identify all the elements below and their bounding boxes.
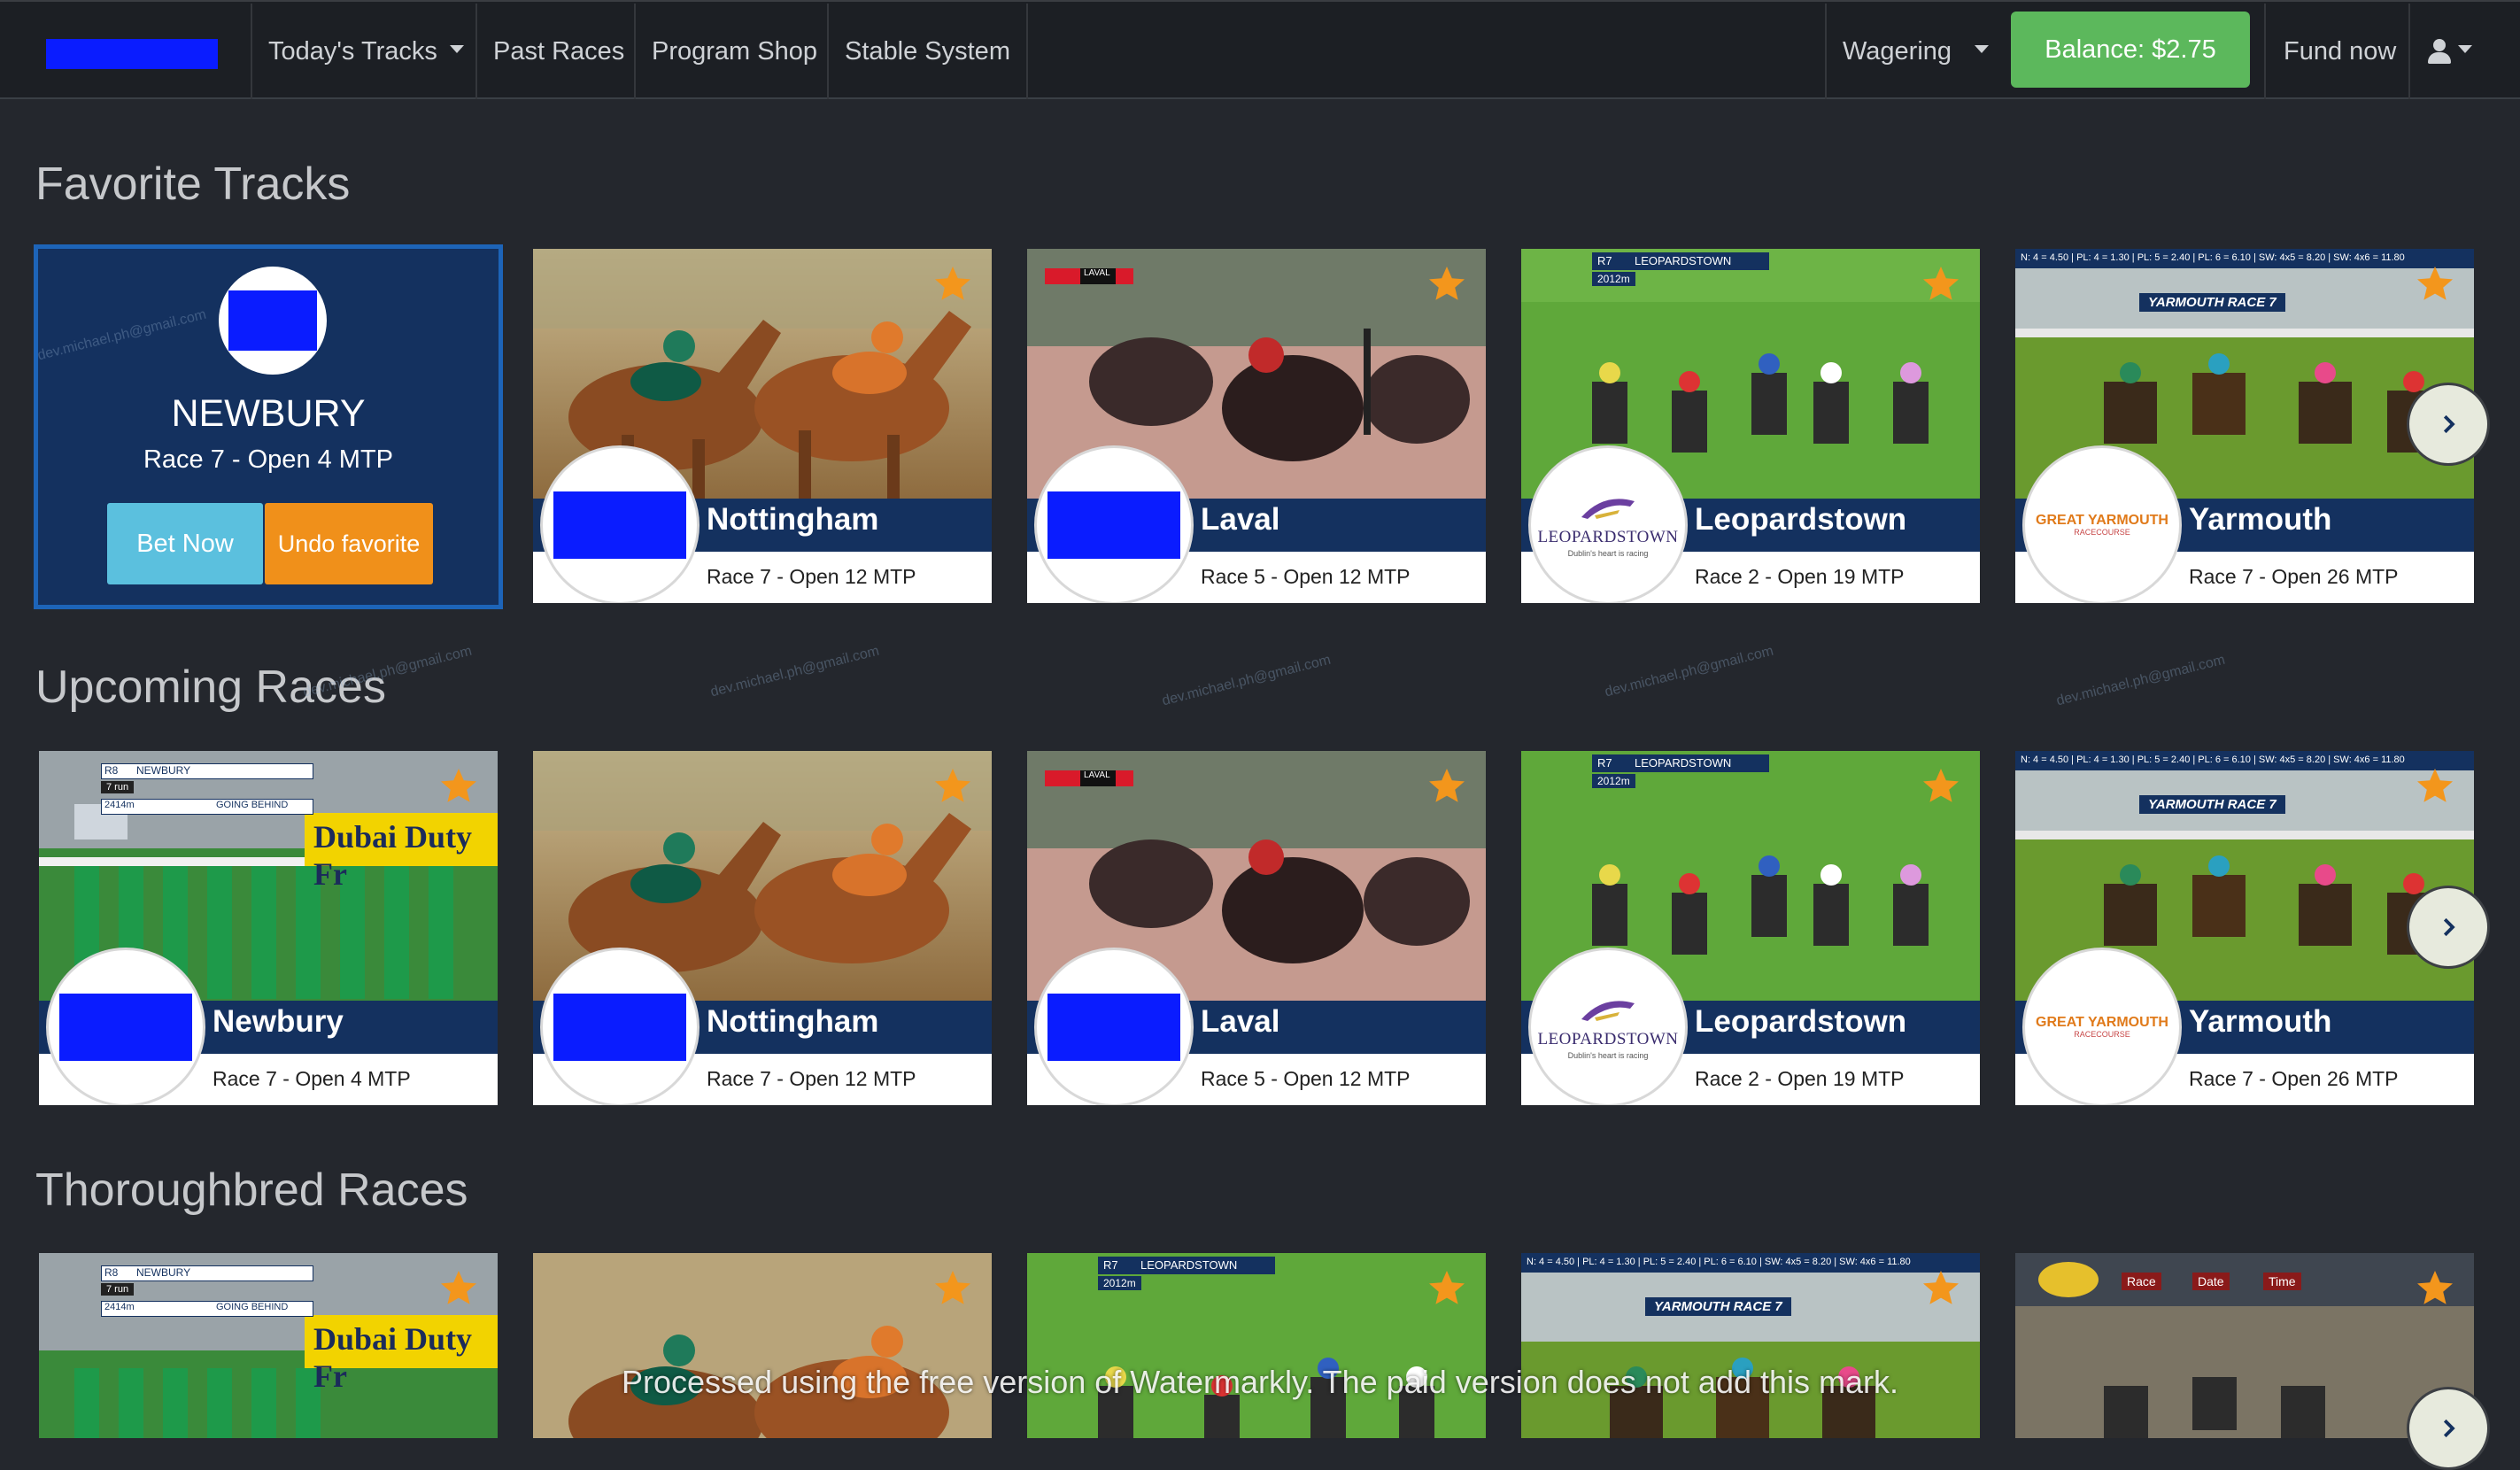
chevron-right-icon bbox=[2443, 917, 2455, 937]
race-card-newbury[interactable]: Dubai Duty Fr R8 NEWBURY 7 run 2414m GOI… bbox=[39, 751, 498, 1105]
watermark: dev.michael.ph@gmail.com bbox=[1160, 652, 1333, 709]
race-info: Race 7 - Open 26 MTP bbox=[2189, 565, 2399, 588]
nav-past-races[interactable]: Past Races bbox=[475, 4, 640, 99]
race-card[interactable]: N: 4 = 4.50 | PL: 4 = 1.30 | PL: 5 = 2.4… bbox=[1521, 1253, 1980, 1438]
leopardstown-logo: LEOPARDSTOWN Dublin's heart is racing bbox=[1528, 445, 1688, 603]
race-card-leopardstown[interactable]: R7 LEOPARDSTOWN 2012m LEOPARDSTOWN Dubli… bbox=[1521, 751, 1980, 1105]
track-logo bbox=[540, 948, 700, 1105]
track-logo bbox=[540, 445, 700, 603]
bet-now-button[interactable]: Bet Now bbox=[107, 503, 263, 584]
race-info: Race 5 - Open 12 MTP bbox=[1201, 1067, 1411, 1090]
race-video-thumbnail: Race Date Time bbox=[2015, 1253, 2474, 1438]
nav-program-shop-label: Program Shop bbox=[652, 36, 817, 66]
fund-now-label: Fund now bbox=[2284, 36, 2397, 66]
carousel-next-button[interactable] bbox=[2407, 383, 2490, 466]
user-menu[interactable] bbox=[2408, 4, 2497, 99]
race-info: Race 7 - Open 12 MTP bbox=[707, 1067, 916, 1090]
favorite-star-icon[interactable] bbox=[437, 765, 480, 808]
track-name: Nottingham bbox=[707, 502, 879, 537]
favorite-star-icon[interactable] bbox=[1426, 1267, 1468, 1310]
favorite-star-icon[interactable] bbox=[437, 1267, 480, 1310]
track-card-nottingham[interactable]: Nottingham Race 7 - Open 12 MTP bbox=[533, 249, 992, 603]
great-yarmouth-logo: GREAT YARMOUTH RACECOURSE bbox=[2022, 948, 2182, 1105]
user-icon bbox=[2428, 39, 2451, 64]
balance-button[interactable]: Balance: $2.75 bbox=[2011, 12, 2250, 88]
race-info: Race 2 - Open 19 MTP bbox=[1695, 1067, 1905, 1090]
race-info: Race 7 - Open 12 MTP bbox=[707, 565, 916, 588]
race-video-thumbnail: N: 4 = 4.50 | PL: 4 = 1.30 | PL: 5 = 2.4… bbox=[1521, 1253, 1980, 1438]
favorite-star-icon[interactable] bbox=[2414, 765, 2456, 808]
thoroughbred-races-title: Thoroughbred Races bbox=[35, 1164, 468, 1216]
track-name: Newbury bbox=[213, 1004, 344, 1039]
nav-todays-tracks-label: Today's Tracks bbox=[268, 36, 437, 66]
track-name: Laval bbox=[1201, 1004, 1280, 1039]
track-name: Leopardstown bbox=[1695, 502, 1907, 537]
favorite-star-icon[interactable] bbox=[931, 1267, 974, 1310]
favorite-star-icon[interactable] bbox=[2414, 263, 2456, 306]
favorite-star-icon[interactable] bbox=[1920, 765, 1962, 808]
favorite-star-icon[interactable] bbox=[1426, 263, 1468, 306]
race-info: Race 2 - Open 19 MTP bbox=[1695, 565, 1905, 588]
nav-stable-system[interactable]: Stable System bbox=[827, 4, 1028, 99]
nav-past-races-label: Past Races bbox=[493, 36, 625, 66]
race-card-laval[interactable]: LAVAL Laval Race 5 - Open 12 MTP bbox=[1027, 751, 1486, 1105]
track-name: Yarmouth bbox=[2189, 502, 2332, 537]
great-yarmouth-logo: GREAT YARMOUTH RACECOURSE bbox=[2022, 445, 2182, 603]
track-logo bbox=[1034, 948, 1194, 1105]
nav-wagering-label: Wagering bbox=[1843, 36, 1952, 66]
race-card[interactable]: Dubai Duty Fr R8 NEWBURY 7 run 2414m GOI… bbox=[39, 1253, 498, 1438]
race-video-thumbnail bbox=[533, 1253, 992, 1438]
nav-stable-system-label: Stable System bbox=[845, 36, 1010, 66]
race-video-thumbnail: Dubai Duty Fr R8 NEWBURY 7 run 2414m GOI… bbox=[39, 1253, 498, 1438]
nav-todays-tracks[interactable]: Today's Tracks bbox=[251, 4, 480, 99]
watermark: dev.michael.ph@gmail.com bbox=[1603, 643, 1775, 700]
favorite-star-icon[interactable] bbox=[1920, 263, 1962, 306]
nav-fund-now[interactable]: Fund now bbox=[2264, 4, 2414, 99]
favorite-star-icon[interactable] bbox=[1426, 765, 1468, 808]
track-logo bbox=[219, 267, 327, 375]
track-name: Yarmouth bbox=[2189, 1004, 2332, 1039]
chevron-down-icon bbox=[449, 44, 464, 53]
race-info: Race 5 - Open 12 MTP bbox=[1201, 565, 1411, 588]
chevron-right-icon bbox=[2443, 414, 2455, 434]
favorite-tracks-title: Favorite Tracks bbox=[35, 159, 351, 210]
undo-favorite-button[interactable]: Undo favorite bbox=[265, 503, 433, 584]
nav-program-shop[interactable]: Program Shop bbox=[634, 4, 833, 99]
chevron-down-icon bbox=[1975, 44, 1990, 53]
track-card-laval[interactable]: LAVAL Laval Race 5 - Open 12 MTP bbox=[1027, 249, 1486, 603]
carousel-next-button[interactable] bbox=[2407, 886, 2490, 969]
chevron-down-icon bbox=[2458, 44, 2472, 53]
nav-wagering[interactable]: Wagering bbox=[1825, 4, 1993, 99]
race-video-thumbnail: R7 LEOPARDSTOWN 2012m bbox=[1027, 1253, 1486, 1438]
top-navbar: Today's Tracks Past Races Program Shop S… bbox=[0, 0, 2520, 99]
watermark: dev.michael.ph@gmail.com bbox=[2054, 652, 2227, 709]
favorite-star-icon[interactable] bbox=[931, 263, 974, 306]
leopardstown-logo: LEOPARDSTOWN Dublin's heart is racing bbox=[1528, 948, 1688, 1105]
track-name: Leopardstown bbox=[1695, 1004, 1907, 1039]
featured-track-card[interactable]: NEWBURY Race 7 - Open 4 MTP Bet Now Undo… bbox=[34, 244, 503, 609]
balance-label: Balance: $2.75 bbox=[2045, 35, 2216, 64]
track-card-leopardstown[interactable]: R7 LEOPARDSTOWN 2012m LEOPARDSTOWN Dubli… bbox=[1521, 249, 1980, 603]
race-card[interactable] bbox=[533, 1253, 992, 1438]
featured-track-name: NEWBURY bbox=[171, 392, 366, 435]
brand-logo[interactable] bbox=[46, 39, 218, 69]
watermark-notice: Processed using the free version of Wate… bbox=[621, 1364, 1899, 1400]
favorite-star-icon[interactable] bbox=[1920, 1267, 1962, 1310]
favorite-star-icon[interactable] bbox=[931, 765, 974, 808]
race-card-yarmouth[interactable]: N: 4 = 4.50 | PL: 4 = 1.30 | PL: 5 = 2.4… bbox=[2015, 751, 2474, 1105]
favorite-star-icon[interactable] bbox=[2414, 1267, 2456, 1310]
track-card-yarmouth[interactable]: N: 4 = 4.50 | PL: 4 = 1.30 | PL: 5 = 2.4… bbox=[2015, 249, 2474, 603]
track-name: Nottingham bbox=[707, 1004, 879, 1039]
featured-race-info: Race 7 - Open 4 MTP bbox=[143, 445, 394, 474]
watermark: dev.michael.ph@gmail.com bbox=[708, 643, 881, 700]
track-logo bbox=[1034, 445, 1194, 603]
race-info: Race 7 - Open 26 MTP bbox=[2189, 1067, 2399, 1090]
race-card-nottingham[interactable]: Nottingham Race 7 - Open 12 MTP bbox=[533, 751, 992, 1105]
race-info: Race 7 - Open 4 MTP bbox=[213, 1067, 411, 1090]
race-card[interactable]: R7 LEOPARDSTOWN 2012m bbox=[1027, 1253, 1486, 1438]
race-card[interactable]: Race Date Time bbox=[2015, 1253, 2474, 1438]
track-name: Laval bbox=[1201, 502, 1280, 537]
track-logo bbox=[46, 948, 205, 1105]
